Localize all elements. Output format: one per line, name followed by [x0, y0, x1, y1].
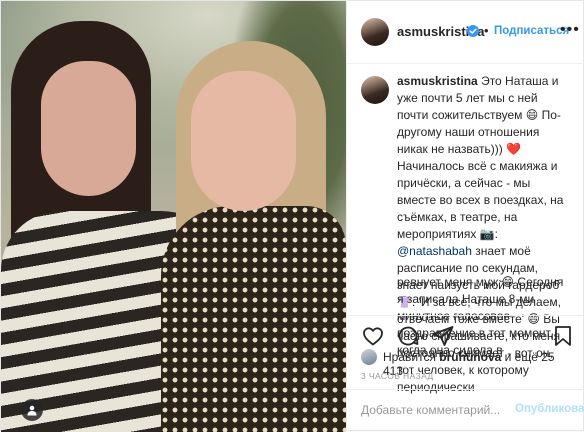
caption-mention-link[interactable]: @natashabah — [397, 244, 472, 258]
photo-person-left-face — [41, 61, 136, 196]
add-comment-section: Опубликовать — [347, 389, 584, 431]
verified-badge-icon — [467, 25, 479, 37]
likes-prefix: Нравится — [383, 350, 436, 364]
share-icon[interactable] — [431, 324, 455, 348]
caption-username[interactable]: asmuskristina — [397, 74, 478, 88]
heart-icon[interactable] — [361, 324, 385, 348]
follow-button[interactable]: Подписаться — [494, 25, 569, 37]
publish-button[interactable]: Опубликовать — [515, 403, 584, 415]
separator-dot: • — [484, 23, 489, 38]
bookmark-icon[interactable] — [551, 324, 575, 348]
post-photo[interactable] — [1, 1, 346, 432]
more-options-button[interactable]: ••• — [560, 21, 580, 39]
liker-avatar[interactable] — [361, 349, 377, 365]
avatar[interactable] — [361, 18, 389, 46]
post-side-panel: asmuskristina • Подписаться ••• asmuskri… — [346, 1, 584, 430]
photo-person-right-face — [191, 71, 296, 211]
post-header: asmuskristina • Подписаться ••• — [347, 1, 584, 64]
speech-bubble-icon[interactable] — [396, 324, 420, 348]
instagram-post: asmuskristina • Подписаться ••• asmuskri… — [0, 0, 584, 432]
caption-avatar[interactable] — [361, 76, 389, 104]
comment-input[interactable] — [361, 401, 511, 419]
post-timestamp[interactable]: 3 ЧАСОВ НАЗАД — [361, 371, 434, 381]
likes-summary: Нравится bruhunova и ещё 25 413 — [361, 346, 576, 378]
person-tag-icon[interactable] — [21, 399, 43, 421]
caption-text-part-1: Это Наташа и уже почти 5 лет мы с ней по… — [397, 74, 564, 241]
liker-username[interactable]: bruhunova — [439, 350, 501, 364]
photo-person-right-shirt — [161, 206, 346, 432]
